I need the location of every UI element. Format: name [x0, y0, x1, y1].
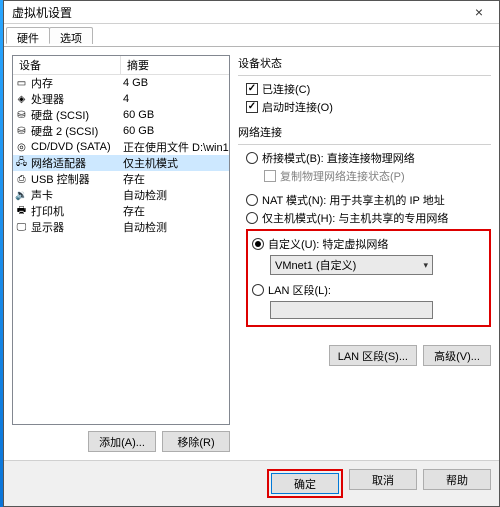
custom-radio[interactable]: 自定义(U): 特定虚拟网络 [252, 235, 485, 253]
cancel-button[interactable]: 取消 [349, 469, 417, 490]
device-status-group: 设备状态 已连接(C) 启动时连接(O) [238, 55, 491, 116]
remove-device-button[interactable]: 移除(R) [162, 431, 230, 452]
device-name: 处理器 [31, 91, 64, 107]
device-row[interactable]: ⛁硬盘 (SCSI) 60 GB [13, 107, 229, 123]
device-summary: 正在使用文件 D:\win10-1\cn_... [121, 139, 229, 155]
printer-icon: 🖶 [15, 205, 28, 218]
device-summary: 4 [121, 93, 229, 105]
hdd-icon: ⛁ [15, 109, 28, 122]
usb-icon: ⎙ [15, 173, 28, 186]
sound-icon: 🔉 [15, 189, 28, 202]
tab-options[interactable]: 选项 [49, 27, 93, 44]
device-name: CD/DVD (SATA) [31, 141, 111, 153]
cpu-icon: ◈ [15, 93, 28, 106]
col-header-summary[interactable]: 摘要 [121, 55, 229, 75]
device-summary: 存在 [121, 203, 229, 219]
device-row[interactable]: ⎙USB 控制器 存在 [13, 171, 229, 187]
radio-icon [246, 194, 258, 206]
device-row[interactable]: 🖵显示器 自动检测 [13, 219, 229, 235]
checkbox-icon [264, 170, 276, 182]
add-device-button[interactable]: 添加(A)... [88, 431, 156, 452]
display-icon: 🖵 [15, 221, 28, 234]
hostonly-radio[interactable]: 仅主机模式(H): 与主机共享的专用网络 [246, 209, 491, 227]
tab-bar: 硬件 选项 [4, 24, 499, 47]
device-row[interactable]: ⛁硬盘 2 (SCSI) 60 GB [13, 123, 229, 139]
custom-network-highlight: 自定义(U): 特定虚拟网络 VMnet1 (自定义) ▾ LAN 区段(L): [246, 229, 491, 327]
checkbox-icon [246, 83, 258, 95]
lan-segment-field [270, 301, 433, 319]
device-row[interactable]: 🔉声卡 自动检测 [13, 187, 229, 203]
help-button[interactable]: 帮助 [423, 469, 491, 490]
device-summary: 60 GB [121, 125, 229, 137]
custom-network-select[interactable]: VMnet1 (自定义) ▾ [270, 255, 433, 275]
col-header-device[interactable]: 设备 [13, 55, 121, 75]
network-icon: 🖧 [15, 157, 28, 170]
tab-hardware[interactable]: 硬件 [6, 27, 50, 44]
hdd-icon: ⛁ [15, 125, 28, 138]
device-name: USB 控制器 [31, 171, 90, 187]
device-summary: 仅主机模式 [121, 155, 229, 171]
replicate-checkbox: 复制物理网络连接状态(P) [264, 167, 491, 185]
advanced-button[interactable]: 高级(V)... [423, 345, 491, 366]
device-name: 打印机 [31, 203, 64, 219]
device-row[interactable]: 🖶打印机 存在 [13, 203, 229, 219]
device-row[interactable]: ◎CD/DVD (SATA) 正在使用文件 D:\win10-1\cn_... [13, 139, 229, 155]
device-name: 网络适配器 [31, 155, 86, 171]
device-name: 内存 [31, 75, 53, 91]
window-title: 虚拟机设置 [4, 4, 459, 21]
device-name: 显示器 [31, 219, 64, 235]
radio-icon [252, 284, 264, 296]
vm-settings-dialog: 虚拟机设置 × 硬件 选项 设备 摘要 ▭内存 4 GB ◈处理器 4 ⛁硬盘 (SCS… [3, 0, 500, 507]
network-connection-group: 网络连接 桥接模式(B): 直接连接物理网络 复制物理网络连接状态(P) NAT… [238, 124, 491, 327]
close-button[interactable]: × [459, 1, 499, 23]
device-summary: 自动检测 [121, 187, 229, 203]
titlebar: 虚拟机设置 × [4, 1, 499, 24]
network-connection-title: 网络连接 [238, 124, 491, 140]
device-row[interactable]: ◈处理器 4 [13, 91, 229, 107]
device-name: 声卡 [31, 187, 53, 203]
lan-segment-radio[interactable]: LAN 区段(L): [252, 281, 485, 299]
nat-radio[interactable]: NAT 模式(N): 用于共享主机的 IP 地址 [246, 191, 491, 209]
radio-icon [246, 212, 258, 224]
device-name: 硬盘 2 (SCSI) [31, 123, 98, 139]
checkbox-icon [246, 101, 258, 113]
chevron-down-icon: ▾ [423, 260, 428, 271]
device-summary: 60 GB [121, 109, 229, 121]
device-row[interactable]: 🖧网络适配器 仅主机模式 [13, 155, 229, 171]
bridged-radio[interactable]: 桥接模式(B): 直接连接物理网络 [246, 149, 491, 167]
radio-icon [252, 238, 264, 250]
radio-icon [246, 152, 258, 164]
lan-segments-button[interactable]: LAN 区段(S)... [329, 345, 417, 366]
device-row[interactable]: ▭内存 4 GB [13, 75, 229, 91]
device-list[interactable]: 设备 摘要 ▭内存4 GB◈处理器4⛁硬盘 (SCSI)60 GB⛁硬盘 2 (… [12, 55, 230, 425]
device-name: 硬盘 (SCSI) [31, 107, 89, 123]
connected-checkbox[interactable]: 已连接(C) [246, 80, 491, 98]
connect-at-poweron-checkbox[interactable]: 启动时连接(O) [246, 98, 491, 116]
device-status-title: 设备状态 [238, 55, 491, 71]
device-summary: 4 GB [121, 77, 229, 89]
device-summary: 存在 [121, 171, 229, 187]
custom-network-value: VMnet1 (自定义) [275, 257, 356, 273]
dialog-footer: 确定 取消 帮助 [4, 460, 499, 506]
cd-icon: ◎ [15, 141, 28, 154]
ok-button[interactable]: 确定 [271, 473, 339, 494]
device-summary: 自动检测 [121, 219, 229, 235]
memory-icon: ▭ [15, 77, 28, 90]
ok-button-highlight: 确定 [267, 469, 343, 498]
